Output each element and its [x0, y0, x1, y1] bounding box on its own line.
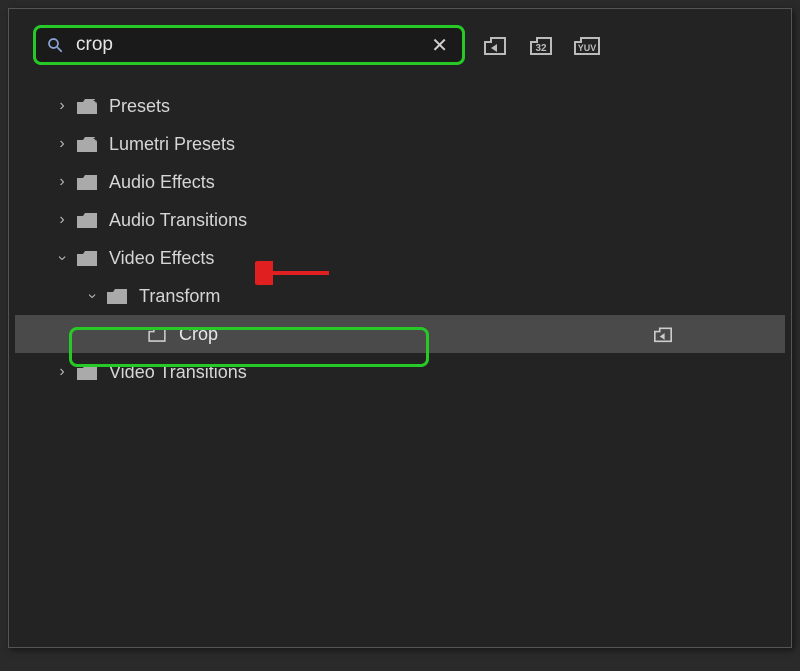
- clear-icon[interactable]: ✕: [427, 33, 452, 58]
- tree-item-label: Audio Effects: [109, 172, 215, 193]
- tree-item-label: Lumetri Presets: [109, 134, 235, 155]
- tree-item-label: Presets: [109, 96, 170, 117]
- accelerated-badge-icon: [651, 325, 675, 343]
- chevron-right-icon: ›: [51, 135, 73, 153]
- preset-folder-icon: ✦: [73, 96, 101, 116]
- chevron-down-icon: ›: [53, 247, 71, 269]
- folder-icon: [73, 210, 101, 230]
- tree-item-crop[interactable]: Crop: [15, 315, 785, 353]
- folder-icon: [73, 248, 101, 268]
- filter-accelerated-icon[interactable]: [479, 32, 511, 58]
- folder-icon: [103, 286, 131, 306]
- tree-item-label: Audio Transitions: [109, 210, 247, 231]
- search-box[interactable]: ✕: [33, 25, 465, 65]
- effects-tree: › ✦ Presets › ✦ Lumetri Presets › Audio …: [15, 81, 785, 397]
- filter-yuv-icon[interactable]: YUV: [571, 32, 603, 58]
- tree-item-lumetri-presets[interactable]: › ✦ Lumetri Presets: [15, 125, 785, 163]
- tree-item-transform[interactable]: › Transform: [15, 277, 785, 315]
- effects-panel: ✕ 32 YUV › ✦ Presets › ✦: [8, 8, 792, 648]
- tree-item-label: Crop: [179, 324, 218, 345]
- svg-text:✦: ✦: [92, 96, 99, 107]
- tree-item-audio-transitions[interactable]: › Audio Transitions: [15, 201, 785, 239]
- tree-item-audio-effects[interactable]: › Audio Effects: [15, 163, 785, 201]
- effect-icon: [143, 325, 171, 343]
- filter-32bit-icon[interactable]: 32: [525, 32, 557, 58]
- svg-text:✦: ✦: [92, 134, 99, 145]
- chevron-right-icon: ›: [51, 211, 73, 229]
- chevron-right-icon: ›: [51, 97, 73, 115]
- svg-text:32: 32: [535, 43, 547, 54]
- panel-top-row: ✕ 32 YUV: [15, 25, 785, 65]
- folder-icon: [73, 172, 101, 192]
- tree-item-label: Video Effects: [109, 248, 214, 269]
- filter-buttons: 32 YUV: [479, 32, 603, 58]
- tree-item-presets[interactable]: › ✦ Presets: [15, 87, 785, 125]
- search-input[interactable]: [76, 34, 427, 56]
- preset-folder-icon: ✦: [73, 134, 101, 154]
- tree-item-label: Video Transitions: [109, 362, 247, 383]
- chevron-right-icon: ›: [51, 173, 73, 191]
- tree-item-video-effects[interactable]: › Video Effects: [15, 239, 785, 277]
- chevron-down-icon: ›: [83, 285, 101, 307]
- tree-item-video-transitions[interactable]: › Video Transitions: [15, 353, 785, 391]
- folder-icon: [73, 362, 101, 382]
- chevron-right-icon: ›: [51, 363, 73, 381]
- search-icon: [46, 36, 64, 54]
- tree-item-label: Transform: [139, 286, 220, 307]
- svg-text:YUV: YUV: [578, 43, 597, 53]
